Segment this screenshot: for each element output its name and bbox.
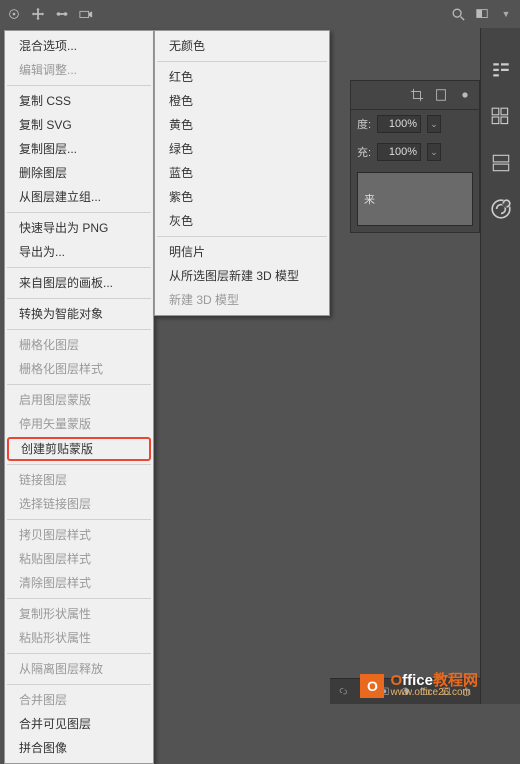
menu-item: 栅格化图层样式 (5, 357, 153, 381)
menu-item: 编辑调整... (5, 58, 153, 82)
menu-separator (7, 85, 151, 86)
dot-icon[interactable] (457, 87, 473, 103)
fill-input[interactable] (377, 143, 421, 161)
menu-item[interactable]: 转换为智能对象 (5, 302, 153, 326)
menu-item: 粘贴图层样式 (5, 547, 153, 571)
submenu-separator (157, 236, 327, 237)
right-dock (480, 28, 520, 704)
swatches-panel-icon[interactable] (490, 106, 512, 128)
submenu-item[interactable]: 从所选图层新建 3D 模型 (155, 264, 329, 288)
crop-icon[interactable] (409, 87, 425, 103)
opacity-row: 度: ⌄ (351, 110, 479, 138)
right-tool-icons: ▼ (450, 6, 514, 22)
menu-item[interactable]: 从图层建立组... (5, 185, 153, 209)
menu-item: 栅格化图层 (5, 333, 153, 357)
menu-item[interactable]: 复制图层... (5, 137, 153, 161)
layer-thumbnail[interactable]: 来 (357, 172, 473, 226)
watermark: O Office教程网 www.office26.com (360, 673, 478, 698)
menu-item[interactable]: 合并可见图层 (5, 712, 153, 736)
menu-item[interactable]: 混合选项... (5, 34, 153, 58)
submenu-item[interactable]: 紫色 (155, 185, 329, 209)
search-icon[interactable] (450, 6, 466, 22)
opacity-input[interactable] (377, 115, 421, 133)
menu-item[interactable]: 导出为... (5, 240, 153, 264)
target-icon[interactable] (6, 6, 22, 22)
opacity-label: 度: (357, 116, 371, 132)
submenu-item[interactable]: 红色 (155, 65, 329, 89)
menu-separator (7, 464, 151, 465)
watermark-text: Office教程网 www.office26.com (390, 673, 478, 698)
menu-item: 清除图层样式 (5, 571, 153, 595)
camera-icon[interactable] (78, 6, 94, 22)
chevron-down-icon[interactable]: ▼ (498, 6, 514, 22)
menu-item[interactable]: 复制 CSS (5, 89, 153, 113)
submenu-item[interactable]: 明信片 (155, 240, 329, 264)
submenu-separator (157, 61, 327, 62)
submenu-item[interactable]: 无颜色 (155, 34, 329, 58)
menu-separator (7, 684, 151, 685)
screen-mode-icon[interactable] (474, 6, 490, 22)
link-icon[interactable] (338, 684, 349, 700)
menu-separator (7, 212, 151, 213)
libraries-panel-icon[interactable] (490, 152, 512, 174)
opacity-dropdown[interactable]: ⌄ (427, 115, 441, 133)
submenu-item[interactable]: 黄色 (155, 113, 329, 137)
menu-separator (7, 298, 151, 299)
menu-item[interactable]: 来自图层的画板... (5, 271, 153, 295)
submenu-item[interactable]: 蓝色 (155, 161, 329, 185)
menu-separator (7, 329, 151, 330)
menu-item: 拷贝图层样式 (5, 523, 153, 547)
move-icon[interactable] (30, 6, 46, 22)
menu-item[interactable]: 快速导出为 PNG (5, 216, 153, 240)
menu-item: 合并图层 (5, 688, 153, 712)
menu-item: 停用矢量蒙版 (5, 412, 153, 436)
watermark-badge: O (360, 674, 384, 698)
menu-item[interactable]: 创建剪贴蒙版 (7, 437, 151, 461)
menu-item: 链接图层 (5, 468, 153, 492)
menu-item[interactable]: 复制 SVG (5, 113, 153, 137)
layer-context-menu: 混合选项...编辑调整... 复制 CSS复制 SVG复制图层...删除图层从图层… (4, 30, 154, 764)
menu-item: 启用图层蒙版 (5, 388, 153, 412)
fill-dropdown[interactable]: ⌄ (427, 143, 441, 161)
menu-separator (7, 598, 151, 599)
submenu-item[interactable]: 绿色 (155, 137, 329, 161)
menu-separator (7, 267, 151, 268)
menu-item: 粘贴形状属性 (5, 626, 153, 650)
menu-item: 选择链接图层 (5, 492, 153, 516)
page-icon[interactable] (433, 87, 449, 103)
menu-item[interactable]: 删除图层 (5, 161, 153, 185)
handle-icon[interactable] (54, 6, 70, 22)
fill-row: 充: ⌄ (351, 138, 479, 166)
menu-separator (7, 519, 151, 520)
panel-tools-row (351, 81, 479, 110)
color-submenu: 无颜色红色橙色黄色绿色蓝色紫色灰色明信片从所选图层新建 3D 模型新建 3D 模… (154, 30, 330, 316)
menu-item: 复制形状属性 (5, 602, 153, 626)
submenu-item[interactable]: 灰色 (155, 209, 329, 233)
watermark-url: www.office26.com (390, 688, 478, 698)
submenu-item: 新建 3D 模型 (155, 288, 329, 312)
menu-item: 从隔离图层释放 (5, 657, 153, 681)
submenu-item[interactable]: 橙色 (155, 89, 329, 113)
paragraph-panel-icon[interactable] (490, 60, 512, 82)
cc-icon[interactable] (490, 198, 512, 220)
top-toolbar: ▼ (0, 0, 520, 28)
menu-item[interactable]: 拼合图像 (5, 736, 153, 760)
layers-panel-partial: 度: ⌄ 充: ⌄ 来 (350, 80, 480, 233)
menu-separator (7, 653, 151, 654)
fill-label: 充: (357, 144, 371, 160)
left-tool-icons (6, 6, 94, 22)
layer-partial-text: 来 (364, 191, 375, 207)
menu-separator (7, 384, 151, 385)
